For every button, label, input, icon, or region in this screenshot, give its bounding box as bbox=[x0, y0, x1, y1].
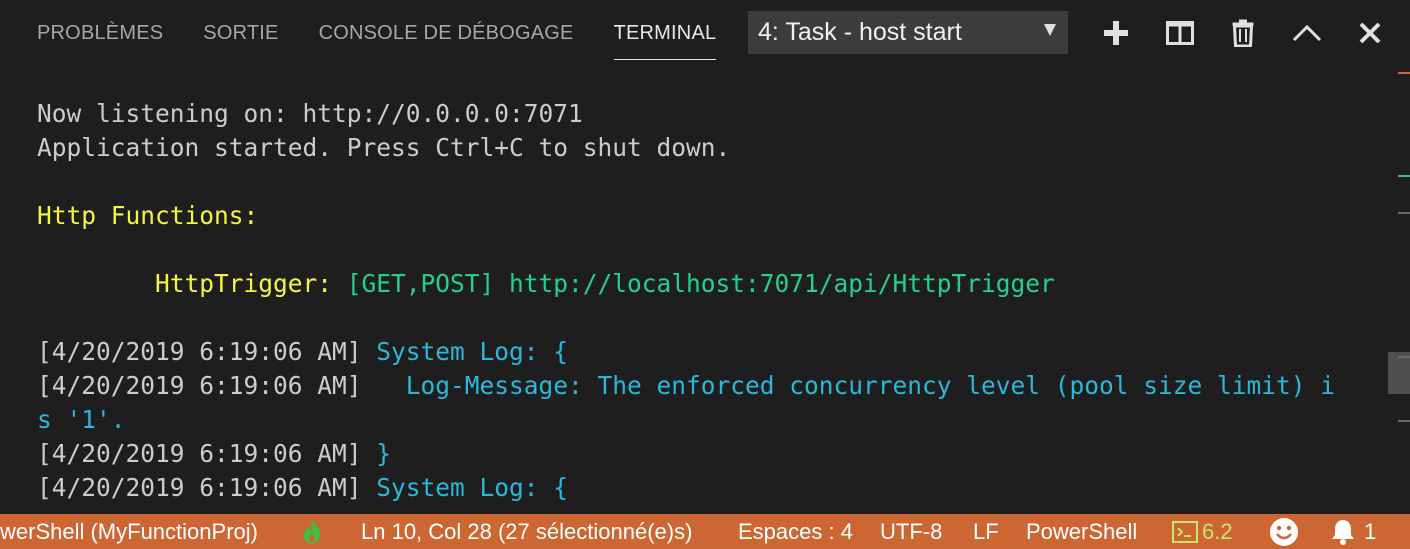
status-encoding[interactable]: UTF-8 bbox=[880, 514, 942, 549]
scroll-marker bbox=[1398, 212, 1410, 214]
terminal-select[interactable]: 4: Task - host start bbox=[748, 11, 1068, 54]
new-terminal-button[interactable] bbox=[1096, 11, 1136, 54]
kill-terminal-button[interactable] bbox=[1223, 11, 1263, 54]
terminal-text: } bbox=[361, 439, 392, 468]
status-bar: werShell (MyFunctionProj) Ln 10, Col 28 … bbox=[0, 514, 1410, 549]
terminal-text: Application started. Press Ctrl+C to shu… bbox=[37, 133, 731, 162]
terminal-text: [4/20/2019 6:19:06 AM] bbox=[37, 439, 362, 468]
status-flame[interactable] bbox=[301, 514, 323, 549]
status-eol[interactable]: LF bbox=[973, 514, 999, 549]
scroll-marker bbox=[1398, 72, 1410, 74]
split-icon bbox=[1165, 20, 1194, 45]
terminal-text: System Log: { bbox=[361, 473, 569, 502]
panel-actions bbox=[1096, 11, 1410, 54]
vscode-panel: PROBLÈMES SORTIE CONSOLE DE DÉBOGAGE TER… bbox=[0, 0, 1410, 549]
terminal-text: http://localhost:7071/api/HttpTrigger bbox=[494, 269, 1055, 298]
terminal-line: Application started. Press Ctrl+C to shu… bbox=[37, 131, 730, 165]
terminal-text: HttpTrigger: bbox=[37, 269, 333, 298]
terminal-text: System Log: { bbox=[361, 337, 569, 366]
status-ps-version[interactable]: 6.2 bbox=[1172, 514, 1233, 549]
panel-header: PROBLÈMES SORTIE CONSOLE DE DÉBOGAGE TER… bbox=[0, 0, 1396, 66]
status-ps-version-label: 6.2 bbox=[1202, 519, 1233, 544]
terminal-text: s '1'. bbox=[37, 405, 126, 434]
scroll-marker bbox=[1398, 175, 1410, 177]
plus-icon bbox=[1104, 20, 1128, 45]
flame-icon bbox=[304, 519, 321, 544]
terminal-text: Http Functions: bbox=[37, 201, 259, 230]
terminal-scrollbar-thumb[interactable] bbox=[1388, 352, 1410, 394]
feedback-button[interactable] bbox=[1269, 514, 1299, 549]
maximize-panel-button[interactable] bbox=[1287, 11, 1327, 54]
scroll-marker bbox=[1398, 420, 1410, 422]
terminal-line: Now listening on: http://0.0.0.0:7071 bbox=[37, 97, 583, 131]
chevron-up-icon bbox=[1292, 24, 1321, 41]
terminal-prompt-icon bbox=[1172, 520, 1198, 543]
terminal-scrollbar-track[interactable] bbox=[1388, 0, 1410, 507]
terminal-output[interactable]: Now listening on: http://0.0.0.0:7071 App… bbox=[0, 66, 1384, 507]
terminal-text: [4/20/2019 6:19:06 AM] bbox=[37, 473, 362, 502]
terminal-text: Now listening on: http://0.0.0.0:7071 bbox=[37, 99, 583, 128]
terminal-line: [4/20/2019 6:19:06 AM] } bbox=[37, 437, 391, 471]
terminal-select-value: 4: Task - host start bbox=[758, 18, 962, 46]
terminal-line: HttpTrigger: [GET,POST] http://localhost… bbox=[37, 267, 1055, 301]
tab-debug-console[interactable]: CONSOLE DE DÉBOGAGE bbox=[319, 0, 574, 66]
terminal-line: Http Functions: bbox=[37, 199, 258, 233]
notifications-count: 1 bbox=[1364, 519, 1377, 544]
chevron-down-icon bbox=[1044, 24, 1056, 36]
status-indentation[interactable]: Espaces : 4 bbox=[738, 514, 853, 549]
terminal-text: Log-Message: The enforced concurrency le… bbox=[361, 371, 1336, 400]
trash-icon bbox=[1232, 19, 1254, 47]
smiley-icon bbox=[1270, 517, 1298, 546]
tab-problems[interactable]: PROBLÈMES bbox=[37, 0, 163, 66]
terminal-line: [4/20/2019 6:19:06 AM] System Log: { bbox=[37, 335, 568, 369]
tab-output[interactable]: SORTIE bbox=[203, 0, 278, 66]
status-cursor-position[interactable]: Ln 10, Col 28 (27 sélectionné(e)s) bbox=[361, 514, 692, 549]
tab-terminal[interactable]: TERMINAL bbox=[613, 0, 717, 66]
terminal-line: s '1'. bbox=[37, 403, 126, 437]
status-shell[interactable]: werShell (MyFunctionProj) bbox=[0, 514, 258, 549]
terminal-line: [4/20/2019 6:19:06 AM] System Log: { bbox=[37, 471, 568, 505]
split-terminal-button[interactable] bbox=[1160, 11, 1200, 54]
close-icon bbox=[1359, 22, 1381, 43]
terminal-text: [4/20/2019 6:19:06 AM] bbox=[37, 371, 362, 400]
panel-tabs: PROBLÈMES SORTIE CONSOLE DE DÉBOGAGE TER… bbox=[37, 0, 756, 66]
close-panel-button[interactable] bbox=[1350, 11, 1390, 54]
notifications-button[interactable]: 1 bbox=[1330, 514, 1376, 549]
status-language[interactable]: PowerShell bbox=[1026, 514, 1137, 549]
terminal-text: [GET,POST] bbox=[332, 269, 495, 298]
bell-icon bbox=[1332, 519, 1354, 545]
scroll-marker bbox=[1398, 356, 1410, 358]
terminal-text: [4/20/2019 6:19:06 AM] bbox=[37, 337, 362, 366]
terminal-line: [4/20/2019 6:19:06 AM] Log-Message: The … bbox=[37, 369, 1335, 403]
